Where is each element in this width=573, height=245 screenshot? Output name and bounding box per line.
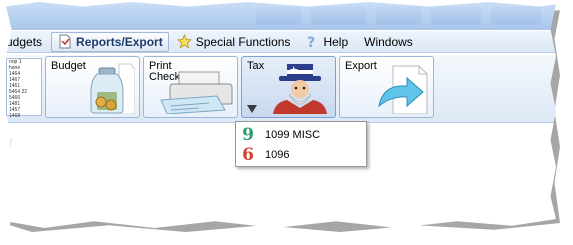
- menu-budgets[interactable]: udgets: [6, 32, 47, 52]
- report-line: 1468: [9, 113, 21, 119]
- title-strip-control: [311, 7, 366, 25]
- menu-item-1096[interactable]: 6 1096: [237, 145, 365, 165]
- report-icon: [59, 34, 71, 49]
- menu-bar: udgets Reports/Export Special Functions …: [6, 31, 556, 53]
- menu-windows-label: Windows: [364, 34, 413, 49]
- menu-reports-export[interactable]: Reports/Export: [51, 31, 169, 52]
- print-checks-button[interactable]: Print Checks: [143, 56, 238, 118]
- title-strip-control: [491, 7, 541, 25]
- star-icon: [176, 34, 192, 49]
- menu-reports-export-label: Reports/Export: [76, 34, 163, 49]
- form-6-icon: 6: [242, 145, 254, 165]
- menu-special-functions[interactable]: Special Functions: [172, 32, 296, 52]
- uncle-sam-icon: [273, 64, 327, 114]
- check-printer-icon: [160, 71, 233, 114]
- money-jar-icon: [90, 63, 135, 114]
- menu-windows[interactable]: Windows: [359, 32, 418, 52]
- export-label: Export: [345, 60, 377, 72]
- title-strip-control: [431, 7, 481, 25]
- help-icon: ?: [307, 35, 315, 49]
- export-arrow-icon: [378, 65, 428, 114]
- form-9-icon: 9: [242, 125, 254, 145]
- menu-budgets-label: udgets: [6, 34, 43, 49]
- tax-button[interactable]: Tax: [241, 56, 336, 118]
- tax-label: Tax: [247, 60, 265, 72]
- export-button[interactable]: Export: [339, 56, 434, 118]
- menu-help-label: Help: [323, 34, 349, 49]
- menu-special-functions-label: Special Functions: [195, 34, 291, 49]
- svg-text:?: ?: [307, 35, 315, 49]
- menu-item-1096-label: 1096: [265, 149, 290, 161]
- title-strip-control: [256, 7, 301, 25]
- menu-item-1099-misc-label: 1099 MISC: [265, 129, 321, 141]
- ribbon-title-strip: [6, 2, 556, 30]
- tax-dropdown-menu: 9 1099 MISC 6 1096: [235, 121, 367, 167]
- budget-button[interactable]: Budget: [45, 56, 140, 118]
- budget-label: Budget: [51, 60, 86, 72]
- dropdown-arrow-icon[interactable]: [246, 104, 258, 114]
- menu-item-1099-misc[interactable]: 9 1099 MISC: [237, 125, 365, 145]
- title-strip-control: [376, 7, 421, 25]
- menu-help[interactable]: ? Help: [299, 32, 353, 52]
- report-thumbnail[interactable]: roip 1 hone 1464 1467 1461 5464 22 5466 …: [6, 58, 42, 119]
